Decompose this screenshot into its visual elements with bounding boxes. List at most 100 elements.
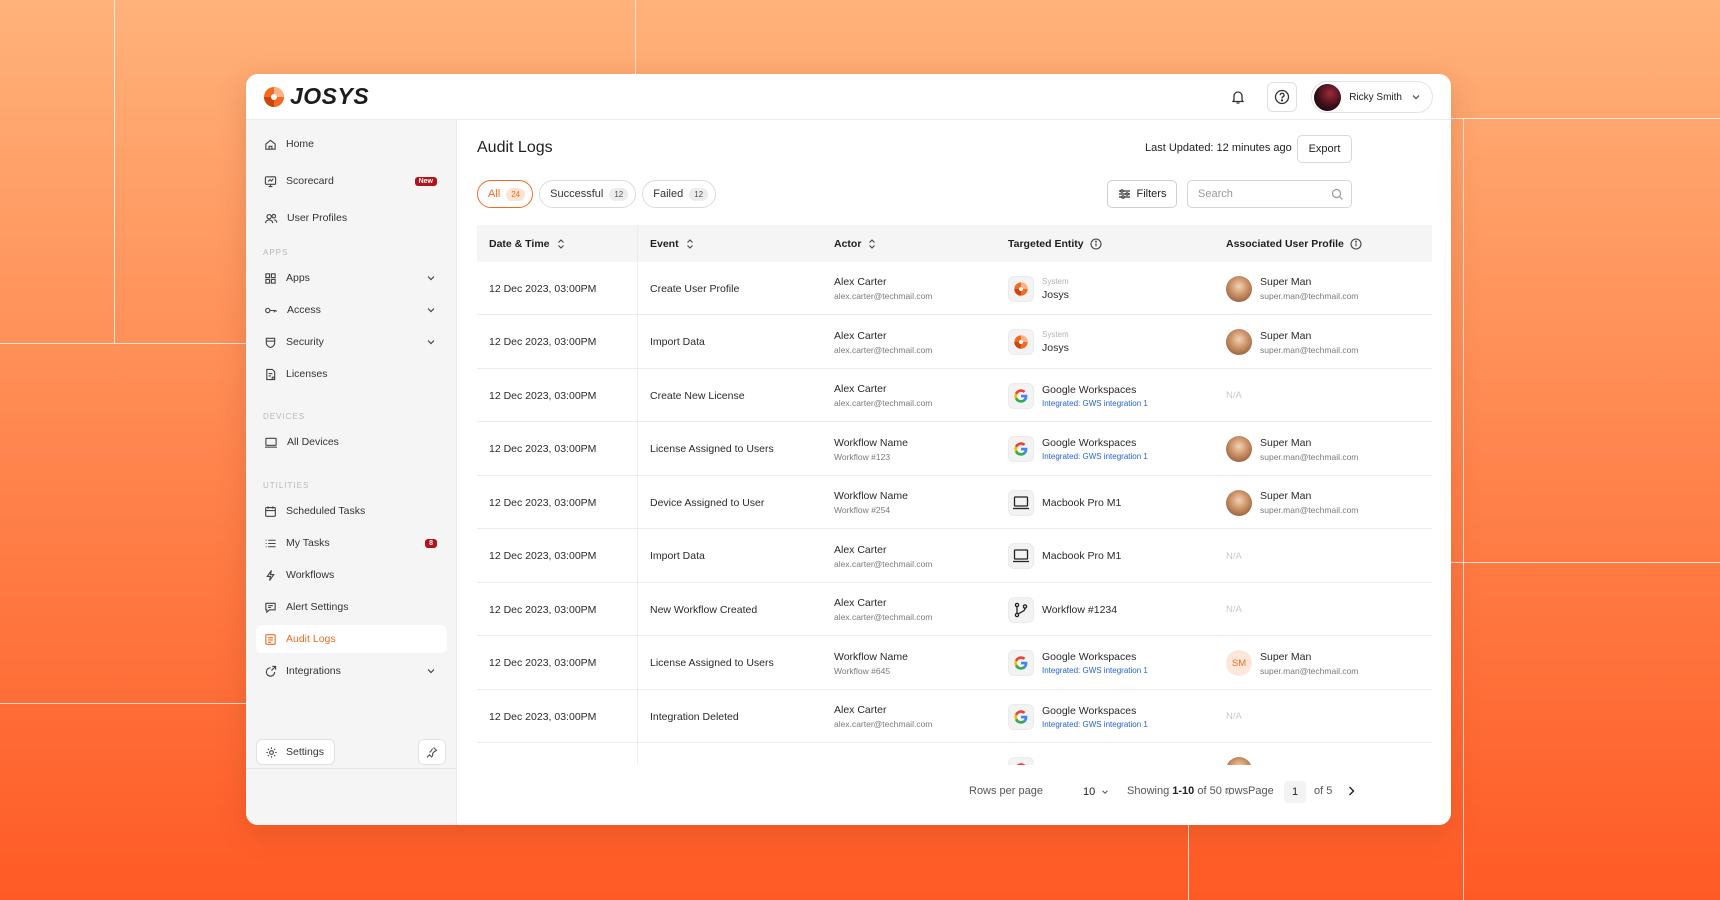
next-page-icon[interactable] xyxy=(1344,784,1358,798)
sidebar-item-workflows[interactable]: Workflows xyxy=(256,561,447,589)
info-icon[interactable] xyxy=(1350,237,1362,250)
settings-button[interactable]: Settings xyxy=(256,739,335,765)
bg-line xyxy=(1451,562,1720,563)
row-date: 12 Dec 2023, 03:00PM xyxy=(489,550,597,562)
sidebar-item-label: Home xyxy=(286,138,315,150)
actor-detail: alex.carter@techmail.com xyxy=(834,398,933,408)
table-row[interactable]: 12 Dec 2023, 03:00PM License Assigned to … xyxy=(477,637,1432,690)
table-row[interactable]: 12 Dec 2023, 03:00PM New Workflow Created… xyxy=(477,583,1432,636)
bg-line xyxy=(0,703,246,704)
table-row[interactable]: 12 Dec 2023, 03:00PM Import Data Alex Cart… xyxy=(477,530,1432,583)
profile-name[interactable]: Super Man xyxy=(1260,651,1358,663)
column-header-actor[interactable]: Actor xyxy=(834,225,877,262)
tab-count: 24 xyxy=(506,187,526,201)
row-event: License Assigned to Users xyxy=(650,657,774,669)
table-row[interactable]: 12 Dec 2023, 03:00PM License Assigned to … xyxy=(477,423,1432,476)
brand-logo[interactable]: JOSYS xyxy=(262,83,369,110)
profile-name[interactable]: Super Man xyxy=(1260,437,1358,449)
profile-name[interactable]: Super Man xyxy=(1260,330,1358,342)
bg-line xyxy=(114,0,115,343)
actor-name: Workflow Name xyxy=(834,650,908,663)
integration-link[interactable]: Integrated: GWS integration 1 xyxy=(1042,720,1148,729)
row-event: Create User Profile xyxy=(650,282,740,295)
integration-link[interactable]: Integrated: GWS integration 1 xyxy=(1042,399,1148,408)
bg-line xyxy=(0,343,246,344)
actor-detail: alex.carter@techmail.com xyxy=(834,344,933,355)
sidebar-item-access[interactable]: Access xyxy=(256,296,447,324)
tasks-count-badge: 8 xyxy=(425,538,437,548)
rows-per-page-select[interactable]: 10 xyxy=(1074,779,1116,805)
list-icon xyxy=(265,539,276,547)
column-header-associated-user-profile: Associated User Profile xyxy=(1226,225,1362,262)
entity-icon-box xyxy=(1008,275,1034,302)
column-label: Event xyxy=(650,237,679,250)
chevron-down-icon xyxy=(427,276,435,281)
josys-logo-icon xyxy=(264,86,284,107)
integration-link[interactable]: Integrated: GWS integration 1 xyxy=(1042,666,1148,675)
google-icon xyxy=(1014,656,1028,670)
bell-icon xyxy=(1231,91,1245,104)
profile-name[interactable]: Super Man xyxy=(1260,276,1358,288)
key-icon xyxy=(265,307,277,313)
previous-page-icon[interactable] xyxy=(1222,784,1236,798)
sidebar-item-label: Security xyxy=(286,336,324,348)
search-input[interactable] xyxy=(1188,181,1351,207)
sidebar-item-scheduled-tasks[interactable]: Scheduled Tasks xyxy=(256,497,447,525)
section-label-devices: DEVICES xyxy=(263,412,306,421)
table-row[interactable]: 12 Dec 2023, 03:00PM Import Data Alex Cart… xyxy=(477,316,1432,369)
entity-icon-box xyxy=(1008,436,1034,462)
top-bar: JOSYS Ricky Smith xyxy=(246,74,1451,120)
google-icon xyxy=(1016,763,1026,765)
column-header-date[interactable]: Date & Time xyxy=(489,225,566,262)
tab-successful[interactable]: Successful 12 xyxy=(539,180,637,208)
rows-per-page-label: Rows per page xyxy=(969,785,1043,797)
profile-name[interactable]: Lyra Starfire xyxy=(1260,764,1317,765)
export-button[interactable]: Export xyxy=(1297,135,1352,163)
filters-button[interactable]: Filters xyxy=(1107,180,1177,208)
integration-link[interactable]: Integrated: GWS integration 1 xyxy=(1042,452,1148,461)
notifications-button[interactable] xyxy=(1223,82,1253,112)
info-icon[interactable] xyxy=(1090,237,1102,250)
profile-name[interactable]: Super Man xyxy=(1260,490,1358,502)
table-row[interactable]: 12 Dec 2023, 03:00PM Create User Profile A… xyxy=(477,262,1432,315)
sidebar-item-alert-settings[interactable]: Alert Settings xyxy=(256,593,447,621)
audit-log-table: Date & Time Event Actor Targeted Entity … xyxy=(477,225,1432,765)
profile-na: N/A xyxy=(1226,550,1242,562)
pagination: Rows per page 10 Showing 1-10 of 50 rows… xyxy=(457,775,1451,809)
sidebar-item-home[interactable]: Home xyxy=(256,130,447,158)
column-header-event[interactable]: Event xyxy=(650,225,695,262)
tab-all[interactable]: All 24 xyxy=(477,180,534,208)
profile-email: super.man@techmail.com xyxy=(1260,291,1359,301)
sort-icon xyxy=(686,238,693,249)
sidebar-item-all-devices[interactable]: All Devices xyxy=(256,428,447,456)
sidebar-item-security[interactable]: Security xyxy=(256,328,447,356)
laptop-icon xyxy=(1013,495,1029,509)
pin-sidebar-button[interactable] xyxy=(418,739,446,765)
sidebar-item-scorecard[interactable]: Scorecard New xyxy=(256,167,447,195)
tab-failed[interactable]: Failed 12 xyxy=(642,180,717,208)
scorecard-icon xyxy=(264,175,277,187)
table-row[interactable]: 12 Dec 2023, 03:00PM Device Assigned to U… xyxy=(477,476,1432,529)
help-button[interactable] xyxy=(1267,82,1298,112)
page-number-input[interactable]: 1 xyxy=(1284,781,1306,803)
table-row[interactable]: Workflow Name Google Workspaces Lyra Starf… xyxy=(477,744,1432,765)
avatar: SM xyxy=(1226,650,1252,676)
table-row[interactable]: 12 Dec 2023, 03:00PM Integration Deleted A… xyxy=(477,690,1432,743)
row-date: 12 Dec 2023, 03:00PM xyxy=(489,496,597,509)
table-row[interactable]: 12 Dec 2023, 03:00PM Create New License Al… xyxy=(477,369,1432,422)
sidebar-item-user-profiles[interactable]: User Profiles xyxy=(256,204,447,232)
profile-na: N/A xyxy=(1226,711,1242,722)
sidebar-item-apps[interactable]: Apps xyxy=(256,264,447,292)
sidebar-item-audit-logs[interactable]: Audit Logs xyxy=(256,625,447,653)
avatar xyxy=(1226,329,1252,355)
sidebar-item-licenses[interactable]: Licenses xyxy=(256,360,447,388)
filters-label: Filters xyxy=(1136,188,1167,200)
sidebar-item-integrations[interactable]: Integrations xyxy=(256,657,447,685)
profile-na: N/A xyxy=(1226,390,1242,401)
user-menu[interactable]: Ricky Smith xyxy=(1311,81,1433,113)
chevron-down-icon xyxy=(1412,95,1420,100)
sidebar-item-my-tasks[interactable]: My Tasks 8 xyxy=(256,529,447,557)
bg-line xyxy=(1451,118,1720,119)
row-event: Import Data xyxy=(650,336,705,348)
sort-icon xyxy=(557,238,564,249)
